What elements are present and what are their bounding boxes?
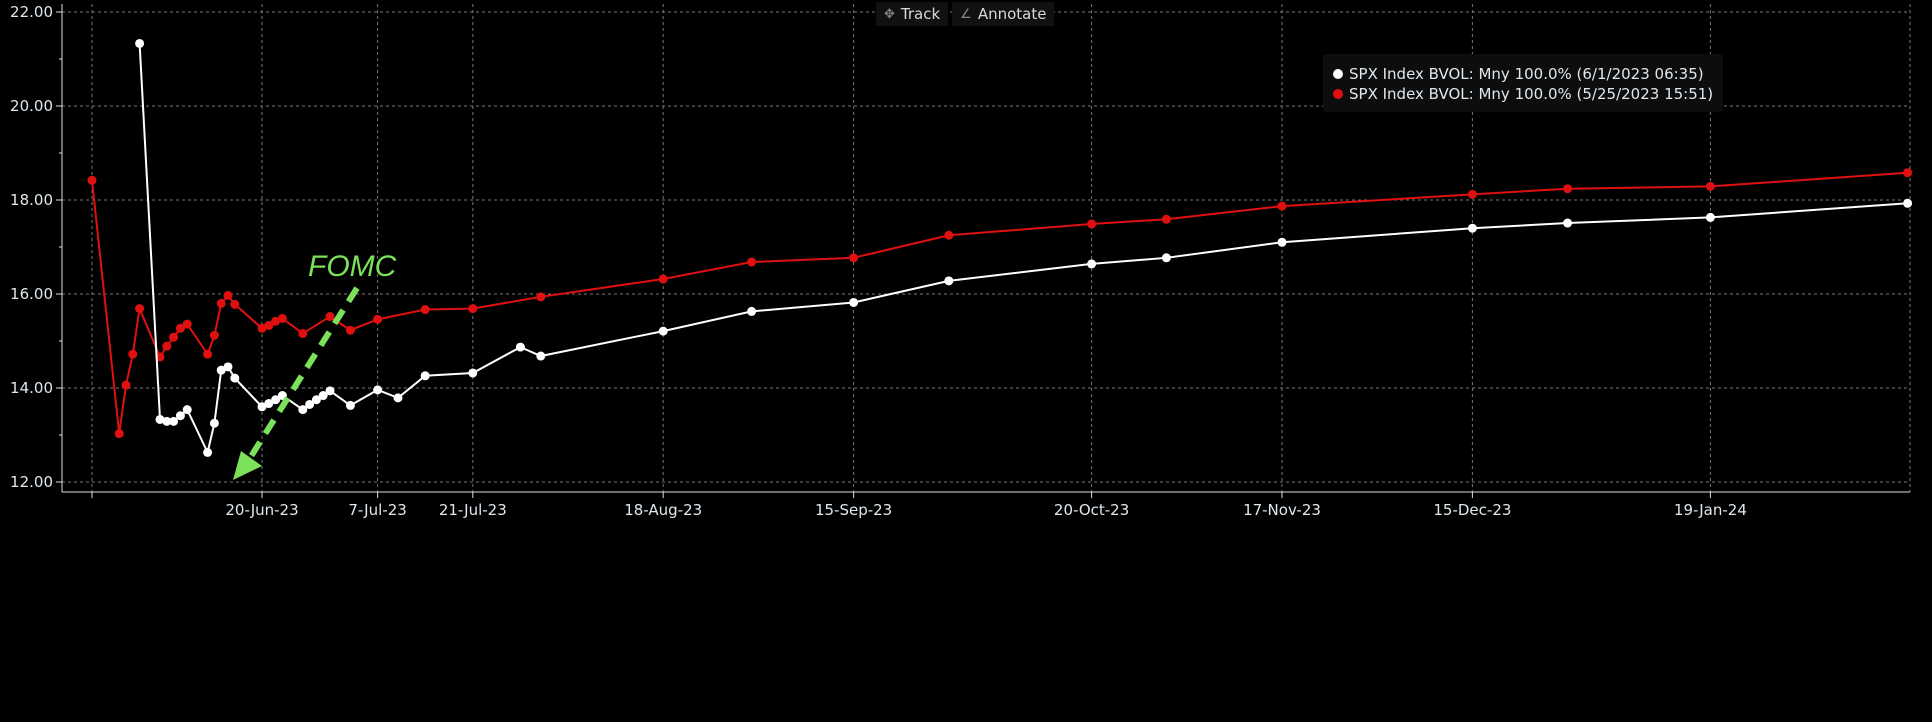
- data-point: [182, 405, 192, 415]
- data-point: [325, 312, 335, 322]
- legend-item: SPX Index BVOL: Mny 100.0% (5/25/2023 15…: [1333, 84, 1713, 104]
- x-tick-label: 19-Jan-24: [1674, 501, 1747, 519]
- data-point: [135, 304, 145, 314]
- data-point: [1563, 218, 1573, 228]
- track-label: Track: [900, 5, 941, 23]
- annotate-label: Annotate: [977, 5, 1047, 23]
- data-point: [1903, 168, 1913, 178]
- data-point: [298, 328, 308, 338]
- data-point: [277, 313, 287, 323]
- data-point: [1087, 259, 1097, 269]
- legend-marker-white: [1333, 69, 1343, 79]
- data-point: [1087, 219, 1097, 229]
- data-point: [515, 342, 525, 352]
- legend-label: SPX Index BVOL: Mny 100.0% (5/25/2023 15…: [1349, 85, 1714, 103]
- x-tick-label: 7-Jul-23: [348, 501, 406, 519]
- pencil-icon: ∠: [960, 6, 972, 22]
- x-tick-label: 21-Jul-23: [439, 501, 507, 519]
- x-tick-label: 20-Jun-23: [225, 501, 298, 519]
- track-button[interactable]: ✥ Track: [876, 2, 949, 26]
- data-point: [128, 349, 138, 359]
- data-point: [114, 429, 124, 439]
- data-point: [209, 330, 219, 340]
- data-point: [345, 400, 355, 410]
- x-tick-label: 20-Oct-23: [1054, 501, 1129, 519]
- data-point: [223, 290, 233, 300]
- data-point: [162, 341, 172, 351]
- data-point: [1161, 214, 1171, 224]
- data-point: [175, 411, 185, 421]
- chart-toolbar: ✥ Track ∠ Annotate: [876, 2, 1055, 26]
- data-point: [468, 304, 478, 314]
- data-point: [216, 298, 226, 308]
- crosshair-icon: ✥: [884, 6, 895, 22]
- data-point: [468, 368, 478, 378]
- data-point: [209, 418, 219, 428]
- data-point: [325, 386, 335, 396]
- data-point: [536, 351, 546, 361]
- x-tick-label: 18-Aug-23: [624, 501, 702, 519]
- data-point: [1705, 181, 1715, 191]
- data-point: [373, 314, 383, 324]
- data-point: [944, 230, 954, 240]
- y-tick-label: 18.00: [10, 191, 53, 209]
- data-point: [658, 326, 668, 336]
- data-point: [849, 297, 859, 307]
- chart-legend: SPX Index BVOL: Mny 100.0% (6/1/2023 06:…: [1323, 54, 1724, 112]
- data-point: [182, 319, 192, 329]
- data-point: [169, 332, 179, 342]
- data-point: [230, 373, 240, 383]
- fomc-arrow-head-icon: [233, 451, 262, 480]
- data-point: [658, 274, 668, 284]
- data-point: [203, 447, 213, 457]
- annotate-button[interactable]: ∠ Annotate: [952, 2, 1055, 26]
- legend-item: SPX Index BVOL: Mny 100.0% (6/1/2023 06:…: [1333, 64, 1713, 84]
- y-tick-label: 14.00: [10, 379, 53, 397]
- y-tick-label: 20.00: [10, 97, 53, 115]
- legend-label: SPX Index BVOL: Mny 100.0% (6/1/2023 06:…: [1349, 65, 1704, 83]
- series-line: [91, 171, 1908, 434]
- y-tick-label: 16.00: [10, 285, 53, 303]
- data-point: [747, 257, 757, 267]
- data-point: [373, 385, 383, 395]
- fomc-arrow-shaft: [247, 286, 360, 460]
- data-point: [1903, 198, 1913, 208]
- data-point: [203, 349, 213, 359]
- data-point: [1467, 189, 1477, 199]
- data-point: [944, 276, 954, 286]
- fomc-annotation: FOMC: [308, 250, 397, 283]
- data-point: [1277, 237, 1287, 247]
- data-point: [420, 371, 430, 381]
- data-point: [1277, 201, 1287, 211]
- x-tick-label: 15-Sep-23: [815, 501, 892, 519]
- data-point: [747, 306, 757, 316]
- data-point: [1563, 184, 1573, 194]
- data-point: [1161, 253, 1171, 263]
- data-point: [230, 299, 240, 309]
- data-point: [536, 292, 546, 302]
- data-point: [420, 305, 430, 315]
- y-tick-label: 22.00: [10, 3, 53, 21]
- data-point: [345, 325, 355, 335]
- data-point: [121, 380, 131, 390]
- data-point: [223, 362, 233, 372]
- x-tick-label: 15-Dec-23: [1433, 501, 1511, 519]
- data-point: [1705, 212, 1715, 222]
- data-point: [393, 393, 403, 403]
- legend-marker-red: [1333, 89, 1343, 99]
- data-point: [849, 253, 859, 263]
- data-point: [87, 175, 97, 185]
- data-point: [1467, 223, 1477, 233]
- y-tick-label: 12.00: [10, 473, 53, 491]
- data-point: [135, 38, 145, 48]
- x-tick-label: 17-Nov-23: [1243, 501, 1321, 519]
